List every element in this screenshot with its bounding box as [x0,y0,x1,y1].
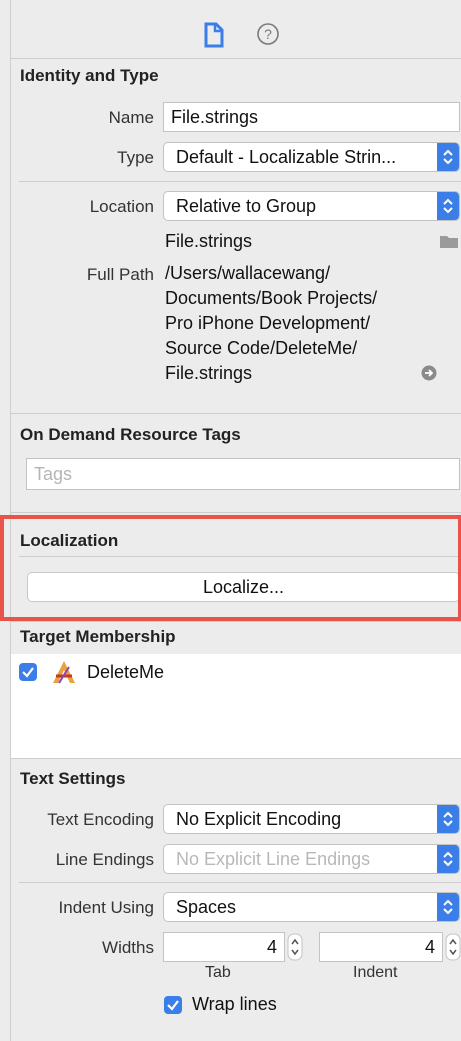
indent-using-label: Indent Using [58,898,154,917]
indent-width-stepper[interactable] [445,933,461,961]
type-popup[interactable]: Default - Localizable Strin... [163,142,460,172]
tab-caption: Tab [205,964,231,981]
popup-arrows-icon [437,893,459,921]
tab-width-stepper[interactable] [287,933,303,961]
line-endings-popup[interactable]: No Explicit Line Endings [163,844,460,874]
localization-highlight-box [0,515,461,621]
popup-arrows-icon [437,143,459,171]
indent-using-value: Spaces [176,897,237,917]
line-endings-label: Line Endings [55,850,154,869]
target-name: DeleteMe [87,662,165,682]
type-popup-value: Default - Localizable Strin... [176,147,397,167]
identity-section-header: Identity and Type [20,66,159,85]
line-endings-value: No Explicit Line Endings [176,849,371,869]
name-label: Name [108,108,154,127]
folder-icon[interactable] [440,234,458,248]
full-path-line: Pro iPhone Development/ [165,313,371,333]
popup-arrows-icon [437,845,459,873]
odr-section-header: On Demand Resource Tags [20,425,241,444]
name-field[interactable]: File.strings [163,102,460,132]
target-list: DeleteMe [11,654,461,758]
tags-placeholder: Tags [34,464,73,484]
indent-caption: Indent [353,964,398,981]
svg-text:?: ? [264,26,272,42]
text-settings-section-header: Text Settings [20,769,126,788]
widths-label: Widths [102,938,154,957]
indent-width-field[interactable]: 4 [319,932,443,962]
location-label: Location [89,197,154,216]
full-path-line: File.strings [165,363,253,383]
tab-width-field[interactable]: 4 [163,932,285,962]
text-encoding-value: No Explicit Encoding [176,809,342,829]
indent-using-popup[interactable]: Spaces [163,892,460,922]
text-encoding-label: Text Encoding [47,810,154,829]
file-inspector-tab-icon[interactable] [204,22,224,48]
full-path-line: /Users/wallacewang/ [165,263,331,283]
popup-arrows-icon [437,805,459,833]
tags-field[interactable]: Tags [26,458,460,490]
type-label: Type [117,148,154,167]
app-target-icon [51,659,77,685]
wrap-lines-checkbox[interactable] [164,996,182,1014]
full-path-line: Documents/Book Projects/ [165,288,378,308]
target-checkbox[interactable] [19,663,37,681]
quick-help-tab-icon[interactable]: ? [256,22,280,46]
location-popup-value: Relative to Group [176,196,317,216]
text-encoding-popup[interactable]: No Explicit Encoding [163,804,460,834]
reveal-in-finder-arrow-icon[interactable] [421,365,437,381]
indent-width-value: 4 [424,937,435,957]
full-path-line: Source Code/DeleteMe/ [165,338,358,358]
wrap-lines-label: Wrap lines [192,994,277,1014]
tab-width-value: 4 [266,937,277,957]
full-path-label: Full Path [86,265,154,284]
location-popup[interactable]: Relative to Group [163,191,460,221]
target-membership-section-header: Target Membership [20,627,176,646]
popup-arrows-icon [437,192,459,220]
file-name-text: File.strings [165,231,253,251]
